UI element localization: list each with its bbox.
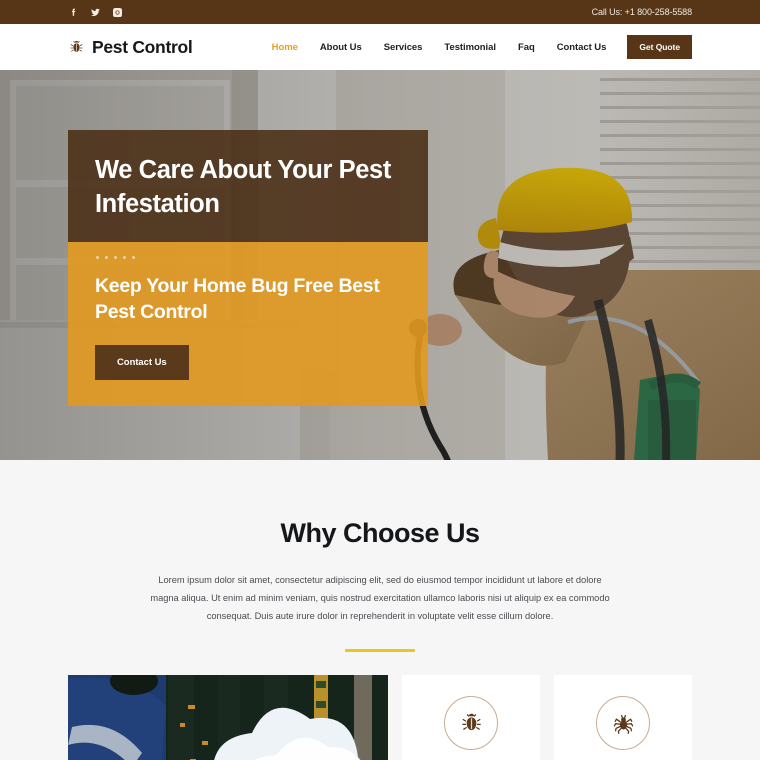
- facebook-icon[interactable]: [68, 7, 79, 18]
- fogging-image: [68, 675, 388, 760]
- hero-dots-decoration: [95, 250, 401, 273]
- nav-item-about-us[interactable]: About Us: [309, 42, 373, 53]
- get-quote-button[interactable]: Get Quote: [627, 35, 692, 59]
- twitter-icon[interactable]: [90, 7, 101, 18]
- beetle-icon: [444, 696, 498, 751]
- hero-subheading-box: Keep Your Home Bug Free Best Pest Contro…: [68, 241, 428, 407]
- hero-contact-us-button[interactable]: Contact Us: [95, 345, 189, 381]
- feature-cards: Fast Pest Removal Sed ut perspiciatis un…: [0, 675, 760, 760]
- card-pest-prevention: Pest Prevention Sed ut perspiciatis unde…: [554, 675, 692, 760]
- site-header: Pest Control Home About Us Services Test…: [0, 24, 760, 70]
- bug-icon: [68, 39, 85, 56]
- spider-icon: [596, 696, 650, 751]
- section-paragraph: Lorem ipsum dolor sit amet, consectetur …: [150, 575, 610, 622]
- main-nav: Home About Us Services Testimonial Faq C…: [261, 35, 692, 59]
- call-us-text: Call Us: +1 800-258-5588: [591, 7, 693, 17]
- section-divider: [345, 649, 415, 653]
- hero-heading-box: We Care About Your Pest Infestation: [68, 130, 428, 242]
- top-bar: Call Us: +1 800-258-5588: [0, 0, 760, 24]
- nav-item-testimonial[interactable]: Testimonial: [433, 42, 507, 53]
- hero-section: We Care About Your Pest Infestation Keep…: [0, 70, 760, 460]
- section-title: Why Choose Us: [280, 518, 480, 548]
- social-links: [68, 7, 123, 18]
- hero-content: We Care About Your Pest Infestation Keep…: [68, 130, 428, 407]
- card-fast-pest-removal: Fast Pest Removal Sed ut perspiciatis un…: [402, 675, 540, 760]
- hero-heading: We Care About Your Pest Infestation: [95, 156, 391, 218]
- nav-item-services[interactable]: Services: [373, 42, 434, 53]
- fogging-photo-card: [68, 675, 388, 760]
- brand-logo[interactable]: Pest Control: [68, 36, 193, 58]
- why-choose-us-section: Why Choose Us Lorem ipsum dolor sit amet…: [0, 460, 760, 653]
- nav-item-home[interactable]: Home: [261, 42, 309, 53]
- hero-subheading: Keep Your Home Bug Free Best Pest Contro…: [95, 274, 380, 324]
- nav-item-contact-us[interactable]: Contact Us: [546, 42, 618, 53]
- instagram-icon[interactable]: [112, 7, 123, 18]
- brand-name: Pest Control: [92, 36, 193, 57]
- nav-item-faq[interactable]: Faq: [507, 42, 546, 53]
- page-root: Call Us: +1 800-258-5588 Pest Control Ho…: [0, 0, 760, 760]
